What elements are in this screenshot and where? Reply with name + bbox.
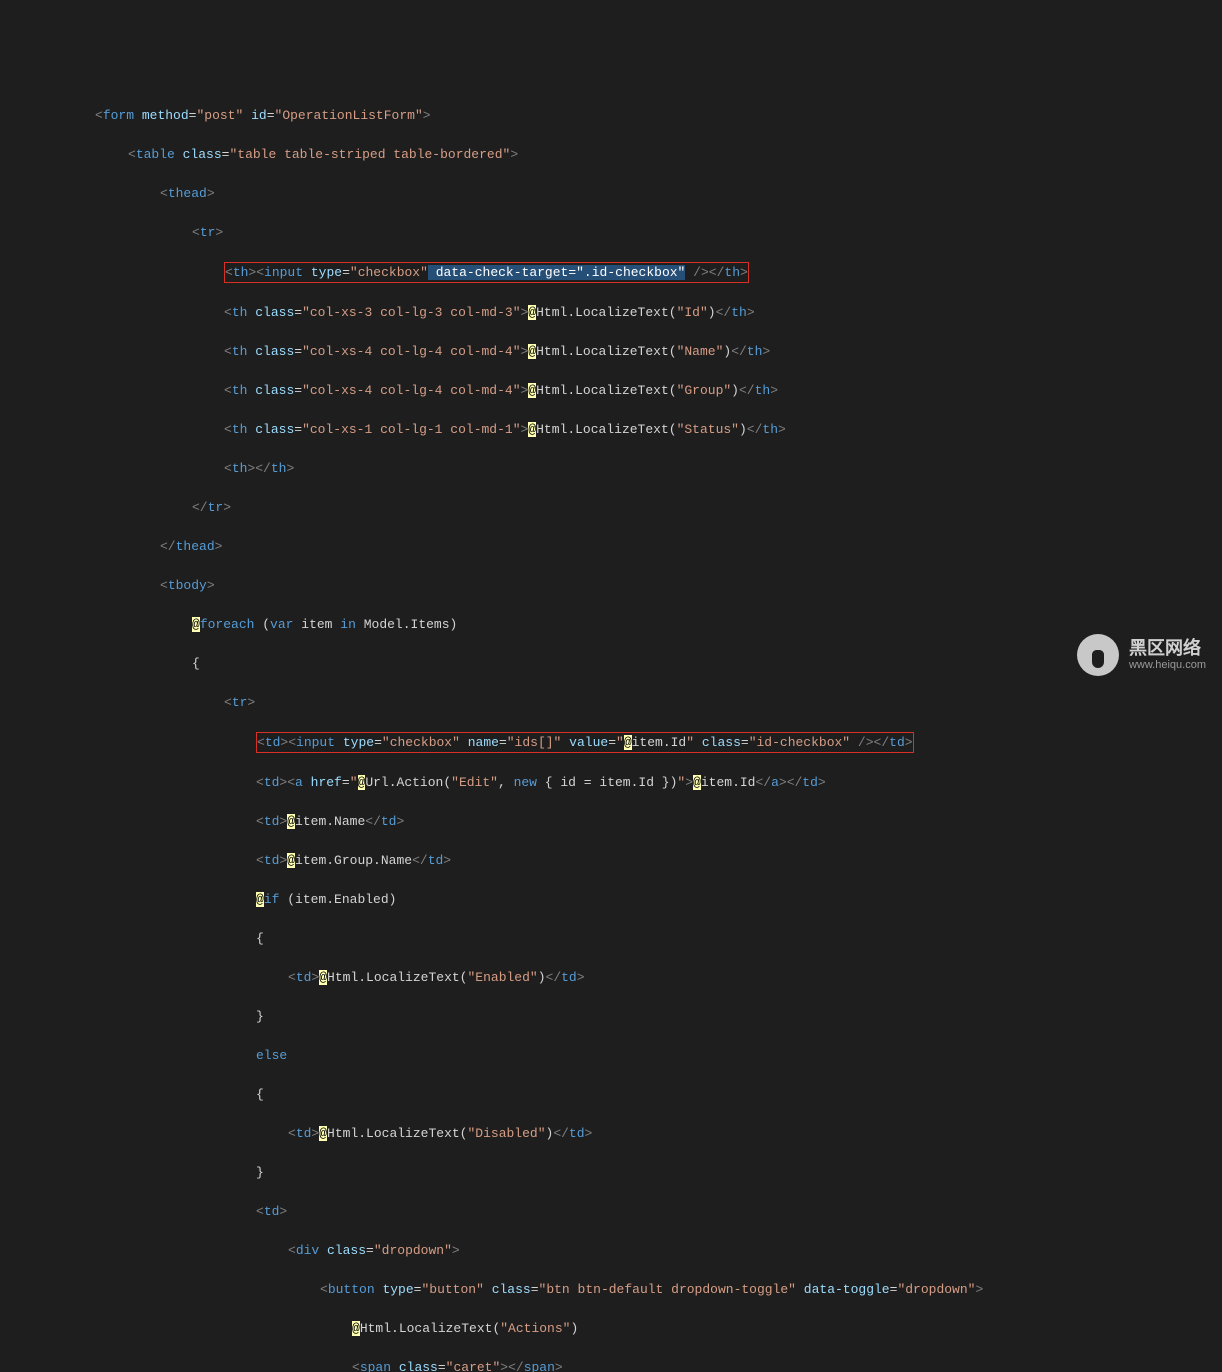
code-line: <form method="post" id="OperationListFor…	[0, 106, 1222, 126]
code-line: {	[0, 1085, 1222, 1105]
code-line: <td>@Html.LocalizeText("Enabled")</td>	[0, 968, 1222, 988]
code-line: <td>@Html.LocalizeText("Disabled")</td>	[0, 1124, 1222, 1144]
code-line: <tr>	[0, 693, 1222, 713]
code-line: }	[0, 1007, 1222, 1027]
code-line: <td>	[0, 1202, 1222, 1222]
code-line: @Html.LocalizeText("Actions")	[0, 1319, 1222, 1339]
code-line: <th></th>	[0, 459, 1222, 479]
code-line: <th class="col-xs-3 col-lg-3 col-md-3">@…	[0, 303, 1222, 323]
code-line: <tr>	[0, 223, 1222, 243]
code-line: <th class="col-xs-4 col-lg-4 col-md-4">@…	[0, 381, 1222, 401]
code-line: @foreach (var item in Model.Items)	[0, 615, 1222, 635]
code-line: }	[0, 1163, 1222, 1183]
code-line: else	[0, 1046, 1222, 1066]
code-line: <td>@item.Name</td>	[0, 812, 1222, 832]
code-line: <th class="col-xs-4 col-lg-4 col-md-4">@…	[0, 342, 1222, 362]
code-line: <span class="caret"></span>	[0, 1358, 1222, 1372]
code-line: <table class="table table-striped table-…	[0, 145, 1222, 165]
code-line-highlighted: <th><input type="checkbox" data-check-ta…	[0, 262, 1222, 284]
code-line: </tr>	[0, 498, 1222, 518]
code-line-highlighted: <td><input type="checkbox" name="ids[]" …	[0, 732, 1222, 754]
code-line: <tbody>	[0, 576, 1222, 596]
code-line: <th class="col-xs-1 col-lg-1 col-md-1">@…	[0, 420, 1222, 440]
code-line: {	[0, 929, 1222, 949]
code-line: <div class="dropdown">	[0, 1241, 1222, 1261]
code-line: {	[0, 654, 1222, 674]
code-line: <button type="button" class="btn btn-def…	[0, 1280, 1222, 1300]
code-line: </thead>	[0, 537, 1222, 557]
code-line: <td>@item.Group.Name</td>	[0, 851, 1222, 871]
code-line: @if (item.Enabled)	[0, 890, 1222, 910]
code-line: <thead>	[0, 184, 1222, 204]
code-line: <td><a href="@Url.Action("Edit", new { i…	[0, 773, 1222, 793]
code-editor[interactable]: <form method="post" id="OperationListFor…	[0, 86, 1222, 1372]
